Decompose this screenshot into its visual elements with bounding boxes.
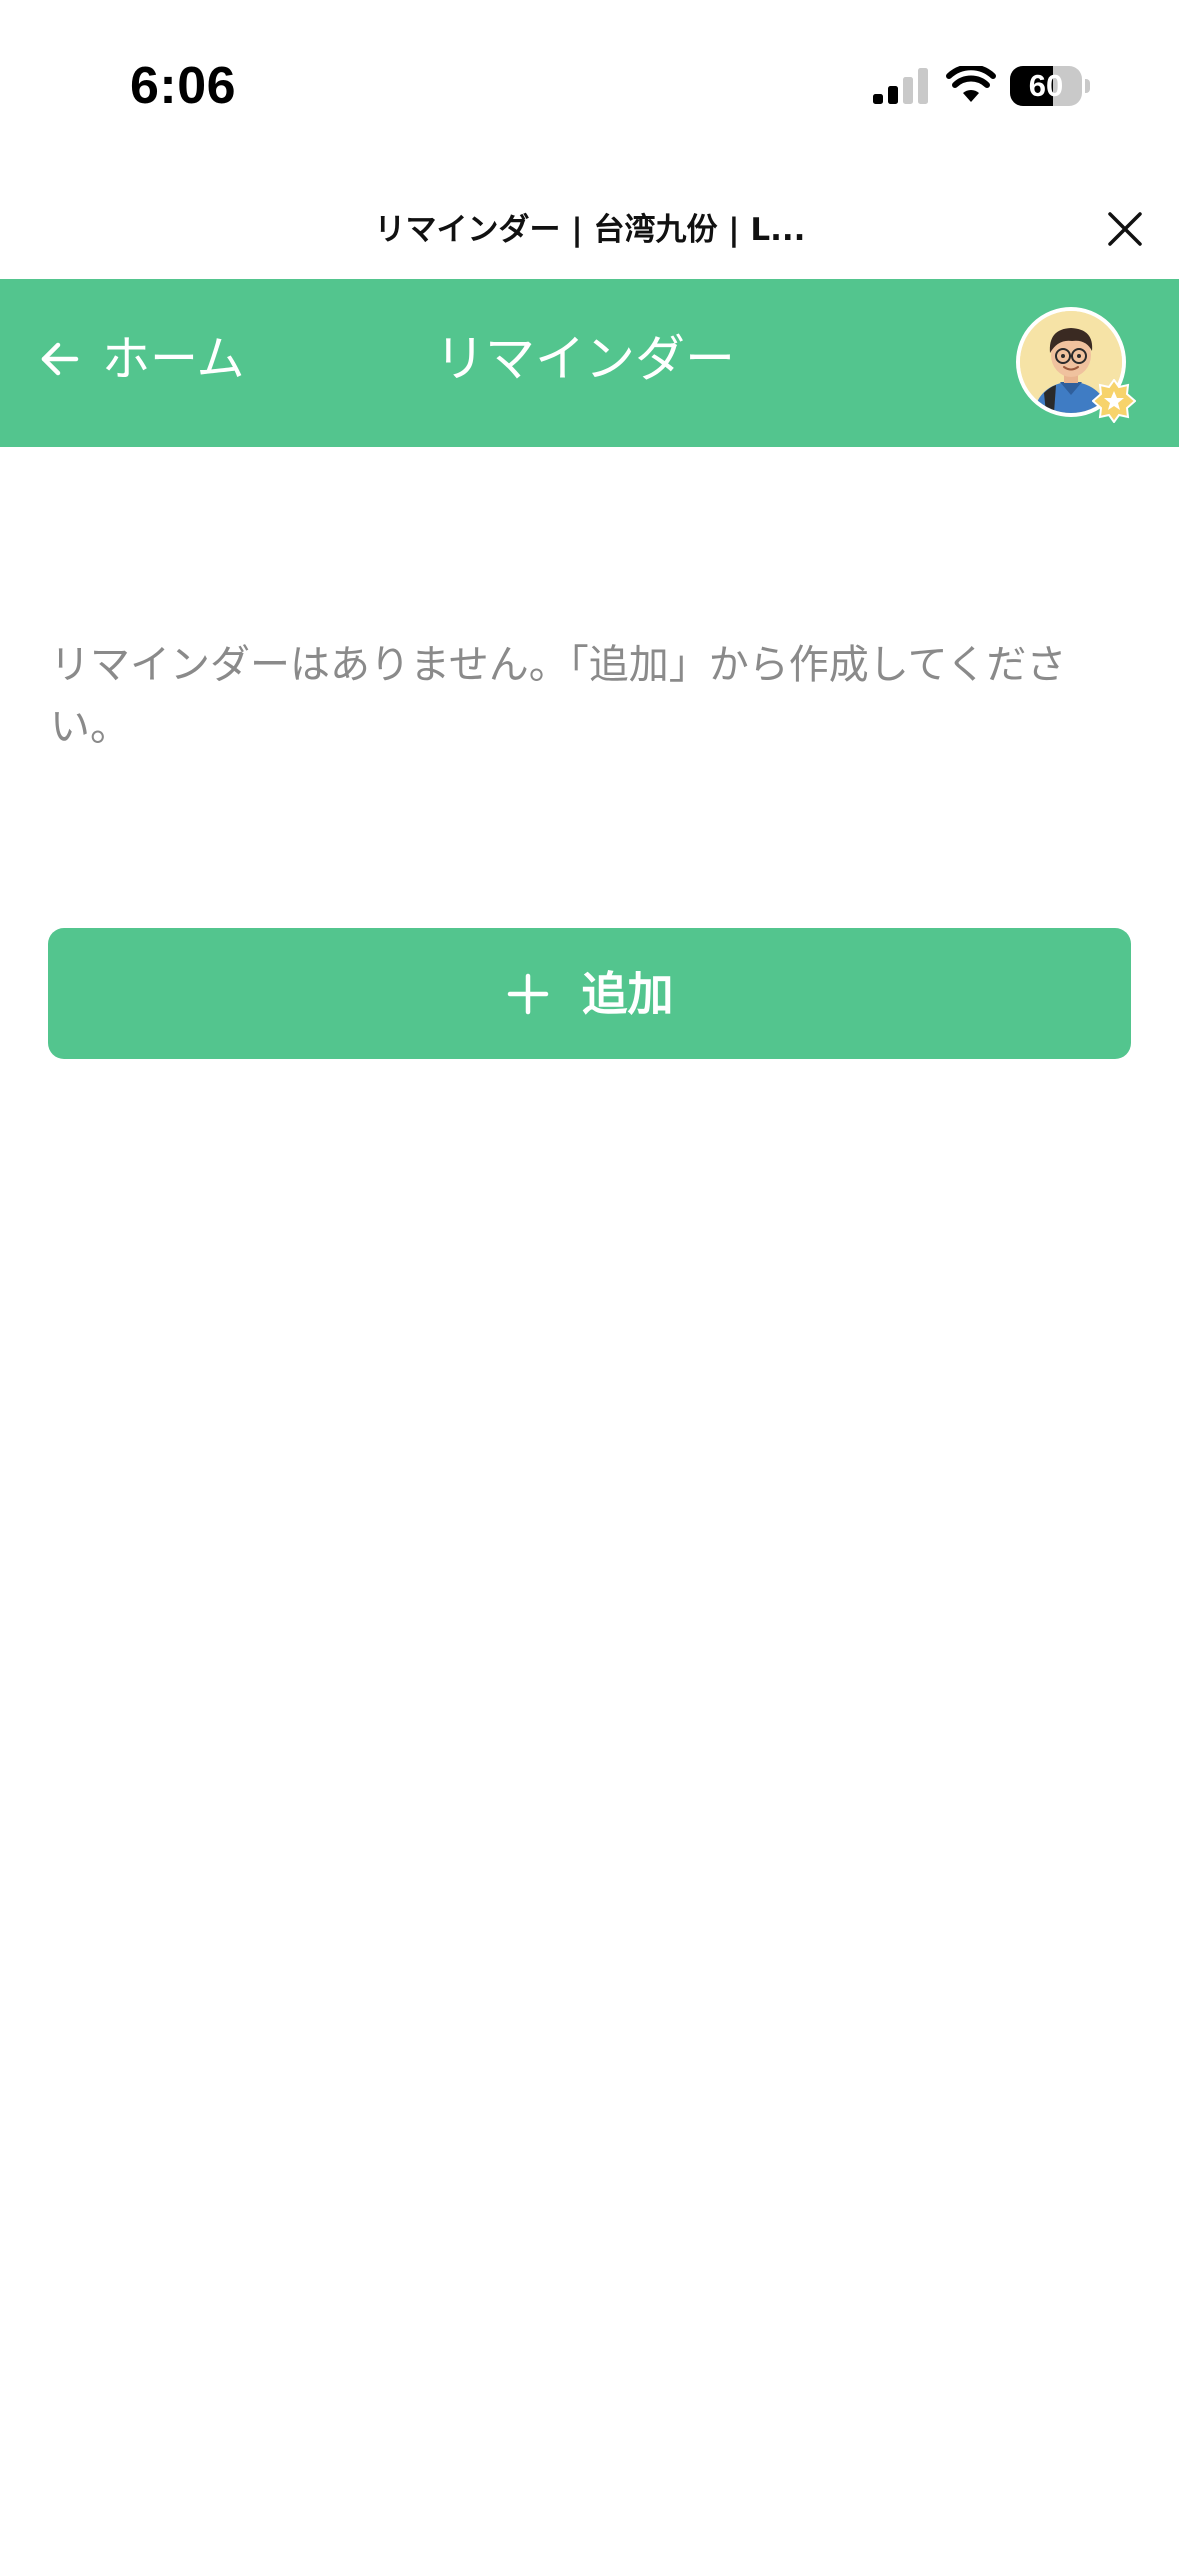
battery-level: 60	[1028, 68, 1064, 103]
wifi-icon	[946, 66, 996, 102]
app-header: ホーム リマインダー	[0, 279, 1179, 447]
page-title: リマインダー	[435, 330, 735, 388]
plus-icon	[507, 973, 548, 1014]
arrow-left-icon	[41, 342, 79, 376]
back-label: ホーム	[102, 331, 245, 387]
add-button-label: 追加	[581, 966, 674, 1021]
star-badge-icon	[1092, 379, 1136, 423]
browser-bar: リマインダー | 台湾九份 | L...	[0, 180, 1179, 280]
add-reminder-button[interactable]: 追加	[48, 928, 1131, 1059]
battery-body: 60	[1010, 66, 1082, 106]
battery-indicator: 60	[1010, 66, 1090, 106]
close-icon[interactable]	[1100, 204, 1150, 254]
signal-icon	[873, 68, 928, 104]
browser-title: リマインダー | 台湾九份 | L...	[374, 212, 806, 248]
screen: 6:06 60 リマインダー | 台湾九份 | L... ホーム リマインダー …	[0, 0, 1179, 2556]
status-time: 6:06	[130, 57, 237, 115]
empty-state-message: リマインダーはありません。「追加」から作成してください。	[50, 642, 1067, 750]
avatar-button[interactable]	[1016, 307, 1136, 425]
battery-cap	[1085, 79, 1090, 93]
status-bar: 6:06 60	[0, 0, 1179, 170]
back-button[interactable]: ホーム	[38, 319, 245, 399]
